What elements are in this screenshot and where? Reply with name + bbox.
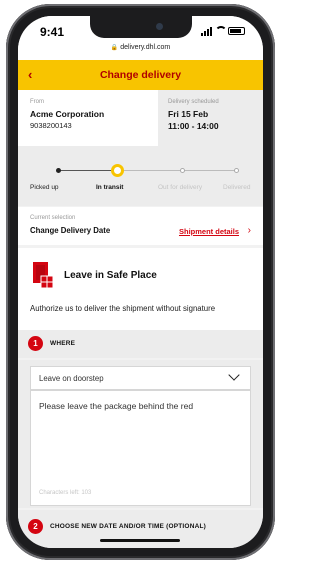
delivery-progress: Picked up In transit Out for delivery De… xyxy=(18,146,263,206)
phone-notch xyxy=(90,16,192,38)
chevron-right-icon[interactable]: › xyxy=(248,225,251,236)
safe-place-option: Leave in Safe Place Authorize us to deli… xyxy=(18,248,263,330)
step-dot-delivered xyxy=(234,168,239,173)
shipment-details-link[interactable]: Shipment details xyxy=(179,227,239,236)
section-new-date[interactable]: 2 CHOOSE NEW DATE AND/OR TIME (OPTIONAL) xyxy=(18,510,263,548)
current-selection: Current selection Change Delivery Date S… xyxy=(18,207,263,245)
instructions-textarea[interactable]: Please leave the package behind the red … xyxy=(30,390,251,506)
battery-icon xyxy=(228,27,245,35)
camera-icon xyxy=(156,23,163,30)
status-icons xyxy=(201,26,245,36)
progress-track-future xyxy=(117,170,237,171)
characters-left-counter: Characters left: 103 xyxy=(39,490,92,496)
where-form: Leave on doorstep Please leave the packa… xyxy=(18,360,263,508)
location-select-value: Leave on doorstep xyxy=(39,374,104,383)
option-title: Leave in Safe Place xyxy=(64,270,157,281)
from-label: From xyxy=(30,99,44,105)
section-title: CHOOSE NEW DATE AND/OR TIME (OPTIONAL) xyxy=(50,523,207,530)
step-dot-picked-up xyxy=(56,168,61,173)
app-header: ‹ Change delivery xyxy=(18,60,263,90)
address-bar[interactable]: 🔒 delivery.dhl.com xyxy=(18,44,263,51)
section-number-badge: 2 xyxy=(28,519,43,534)
step-label-in-transit: In transit xyxy=(96,184,124,191)
home-indicator[interactable] xyxy=(100,539,180,542)
from-company: Acme Corporation xyxy=(30,109,105,119)
section-number-badge: 1 xyxy=(28,336,43,351)
selection-label: Current selection xyxy=(30,215,76,221)
scheduled-label: Delivery scheduled xyxy=(168,99,219,105)
option-description: Authorize us to deliver the shipment wit… xyxy=(30,304,216,313)
step-label-picked-up: Picked up xyxy=(30,184,59,191)
scheduled-time: 11:00 - 14:00 xyxy=(168,121,219,131)
safe-place-icon xyxy=(33,262,54,289)
lock-icon: 🔒 xyxy=(110,45,119,51)
section-where: 1 WHERE xyxy=(18,330,263,358)
instructions-text: Please leave the package behind the red xyxy=(39,401,194,411)
step-label-delivered: Delivered xyxy=(223,184,251,191)
wifi-icon xyxy=(215,26,227,36)
url-text: delivery.dhl.com xyxy=(120,44,171,51)
step-dot-in-transit xyxy=(111,164,124,177)
location-select[interactable]: Leave on doorstep xyxy=(30,366,251,390)
chevron-down-icon xyxy=(228,369,240,381)
page-title: Change delivery xyxy=(99,69,182,81)
phone-frame: 9:41 🔒 delivery.dhl.com ‹ Change delivery… xyxy=(6,4,275,560)
progress-track-done xyxy=(59,170,117,171)
step-label-out-for-delivery: Out for delivery xyxy=(158,184,203,191)
phone-screen: 9:41 🔒 delivery.dhl.com ‹ Change delivery… xyxy=(18,16,263,548)
scheduled-date: Fri 15 Feb xyxy=(168,109,209,119)
section-title: WHERE xyxy=(50,340,76,347)
tracking-number: 9038200143 xyxy=(30,121,72,130)
selection-value: Change Delivery Date xyxy=(30,226,111,235)
status-time: 9:41 xyxy=(40,25,65,39)
step-dot-out-for-delivery xyxy=(180,168,185,173)
shipment-info: From Acme Corporation 9038200143 Deliver… xyxy=(18,90,263,146)
